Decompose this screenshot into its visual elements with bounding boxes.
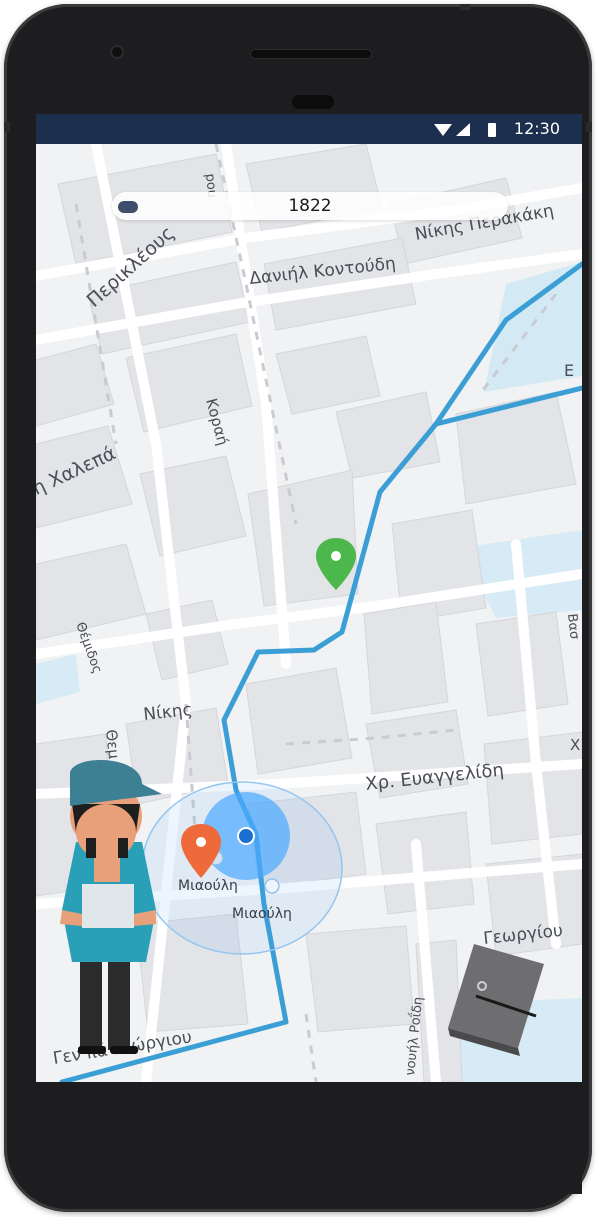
street-label-them: Θεμ bbox=[102, 729, 123, 761]
search-bar[interactable]: 1822 bbox=[112, 192, 508, 220]
earpiece-speaker bbox=[250, 49, 372, 59]
status-time: 12:30 bbox=[513, 119, 560, 138]
status-bar: 12:30 bbox=[36, 114, 582, 144]
side-button-right bbox=[586, 122, 592, 132]
wifi-icon bbox=[434, 124, 452, 136]
front-camera bbox=[110, 45, 124, 59]
bottom-bezel bbox=[36, 1082, 582, 1194]
map-view[interactable]: Περικλέους Δανιήλ Κοντούδη Νίκης Περακάκ… bbox=[36, 144, 582, 1082]
power-button bbox=[460, 4, 470, 10]
phone-screen: 12:30 Περικλέους Δανιήλ Κοντούδη Νίκης Π… bbox=[36, 114, 582, 1082]
side-button-left bbox=[4, 122, 10, 132]
search-value: 1822 bbox=[288, 196, 332, 216]
small-location-dot bbox=[264, 878, 280, 894]
street-label-x: Χ bbox=[570, 736, 580, 754]
proximity-sensor bbox=[292, 95, 334, 109]
blue-location-dot-icon[interactable] bbox=[237, 827, 255, 845]
cell-signal-icon bbox=[456, 123, 470, 136]
map-canvas[interactable]: Περικλέους Δανιήλ Κοντούδη Νίκης Περακάκ… bbox=[36, 144, 582, 1082]
street-label-bas: Βασ bbox=[564, 613, 582, 640]
street-label-e: Ε bbox=[564, 361, 574, 380]
street-label-miaouli-2: Μιαούλη bbox=[232, 906, 292, 922]
street-label-miaouli-1: Μιαούλη bbox=[178, 878, 238, 894]
status-icons bbox=[434, 123, 496, 137]
battery-icon bbox=[488, 123, 496, 137]
